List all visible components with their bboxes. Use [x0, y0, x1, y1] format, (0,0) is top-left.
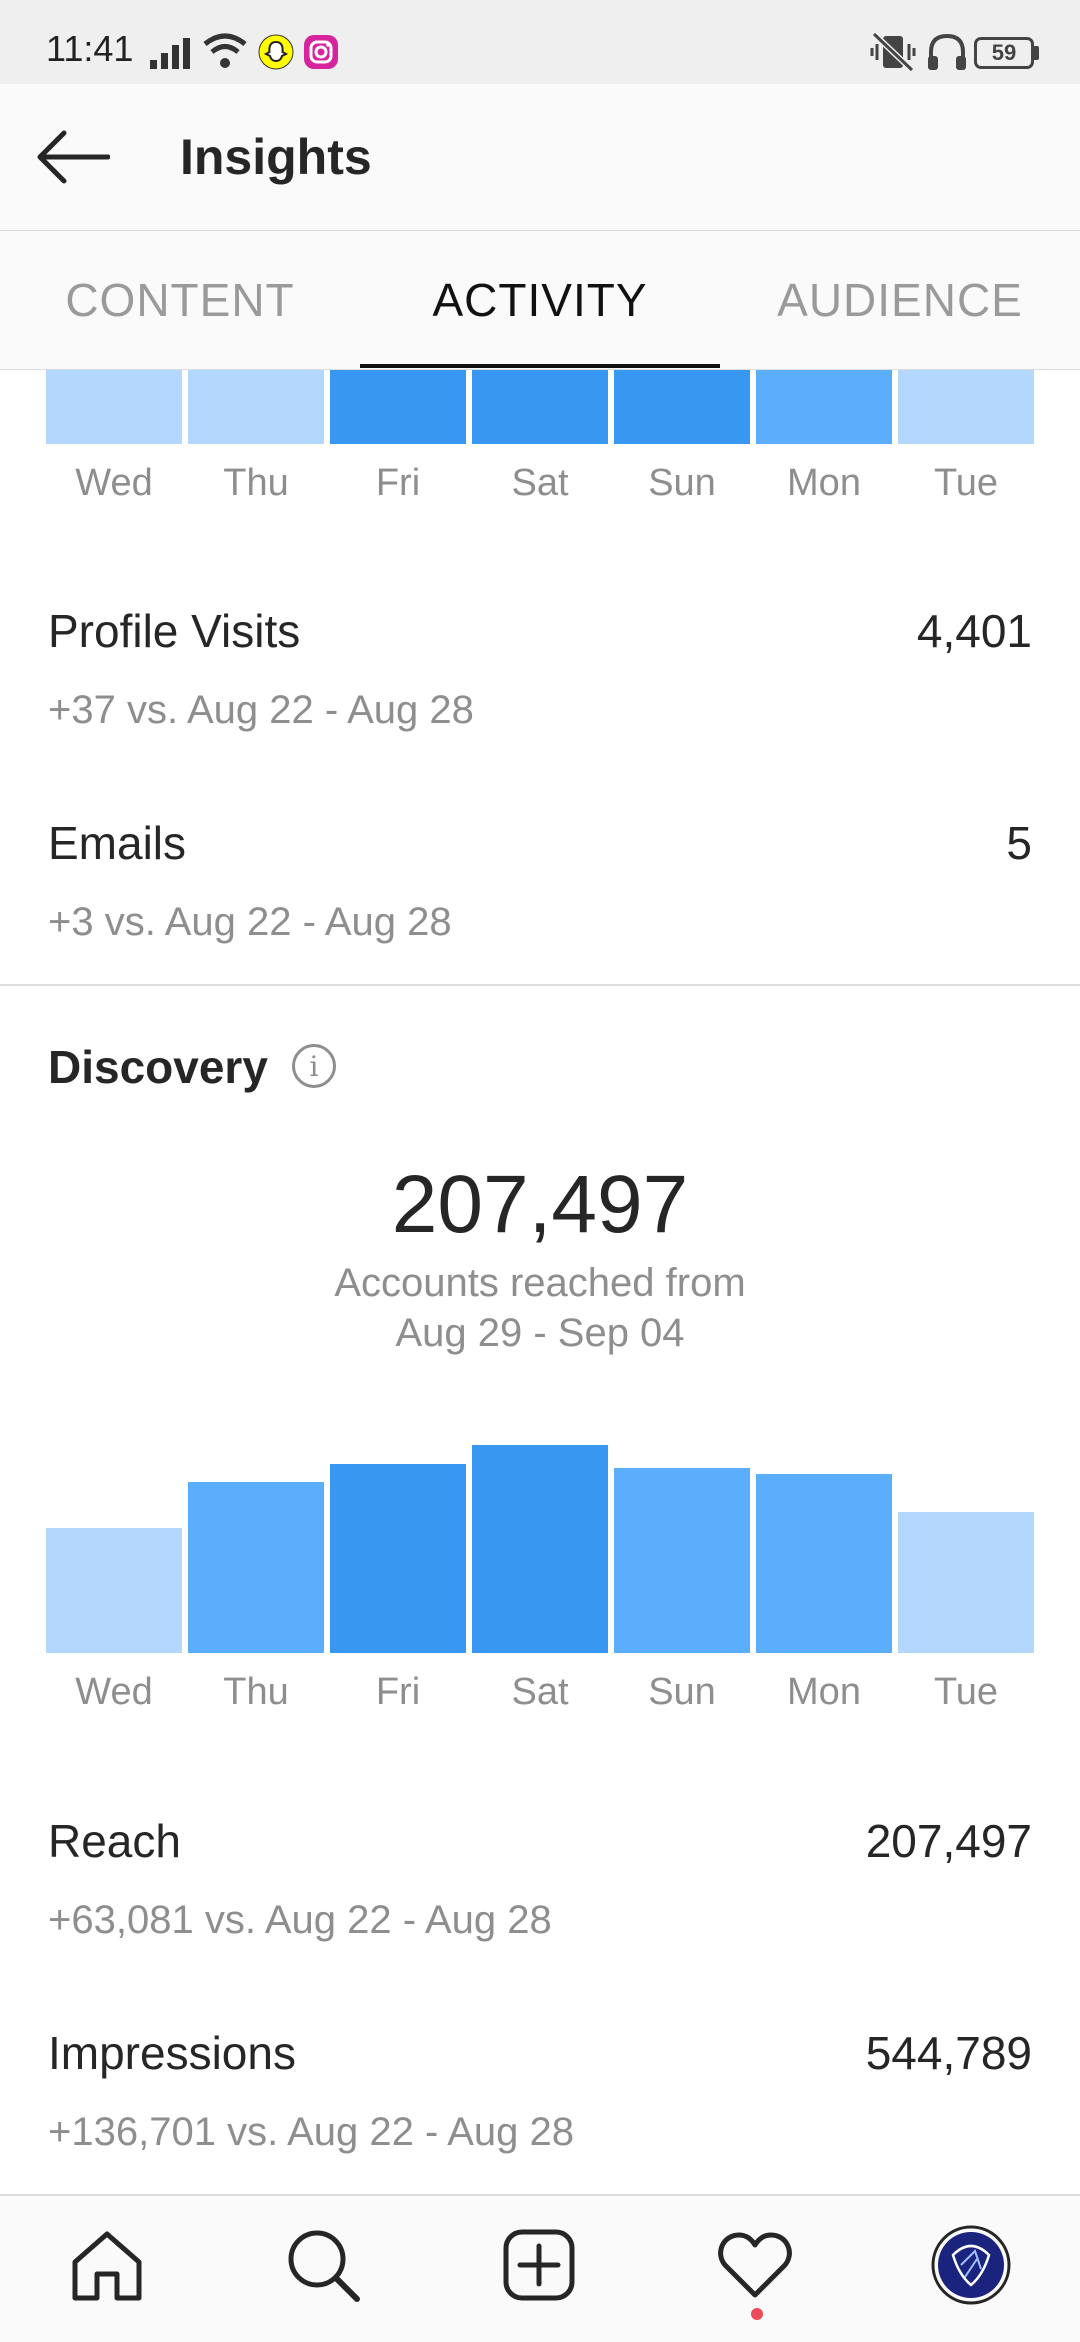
interactions-bar-fri — [330, 370, 466, 444]
info-icon[interactable]: i — [292, 1044, 336, 1088]
nav-search[interactable] — [268, 2210, 378, 2320]
impressions-value: 544,789 — [865, 2027, 1032, 2079]
reach-value: 207,497 — [865, 1815, 1032, 1867]
discovery-bar-tue — [898, 1512, 1034, 1653]
reach-change: +63,081 vs. Aug 22 - Aug 28 — [48, 1898, 552, 1942]
caption-line-1: Accounts reached from — [334, 1261, 746, 1305]
discovery-bar-thu — [188, 1482, 324, 1653]
interactions-day-label: Fri — [375, 462, 421, 504]
interactions-day-label: Wed — [75, 462, 153, 504]
interactions-day-label: Thu — [223, 462, 289, 504]
discovery-day-label: Sat — [511, 1671, 569, 1713]
profile-visits-value: 4,401 — [916, 605, 1032, 657]
emails-value: 5 — [1006, 817, 1032, 869]
interactions-bar-wed — [46, 370, 182, 444]
back-arrow-icon — [37, 130, 110, 184]
instagram-icon — [304, 35, 338, 69]
accounts-reached-number: 207,497 — [391, 1159, 689, 1250]
snapchat-icon — [258, 34, 294, 70]
interactions-bar-sun — [614, 370, 750, 444]
battery-tip — [1034, 46, 1039, 60]
profile-visits-label: Profile Visits — [48, 605, 301, 657]
tab-content[interactable]: CONTENT — [0, 231, 360, 369]
vibrate-off-icon — [870, 32, 916, 72]
notification-dot — [751, 2308, 763, 2320]
impressions-change: +136,701 vs. Aug 22 - Aug 28 — [48, 2110, 574, 2154]
discovery-bar-mon — [756, 1474, 892, 1653]
emails-change: +3 vs. Aug 22 - Aug 28 — [48, 900, 452, 944]
profile-avatar — [931, 2225, 1011, 2305]
discovery-title: Discovery — [48, 1041, 268, 1093]
discovery-day-label: Tue — [933, 1671, 999, 1713]
interactions-day-label: Sat — [511, 462, 569, 504]
discovery-day-label: Sun — [648, 1671, 716, 1713]
page-title: Insights — [180, 129, 372, 185]
wifi-icon — [203, 33, 247, 68]
discovery-bar-sun — [614, 1468, 750, 1653]
discovery-bar-sat — [472, 1445, 608, 1653]
profile-visits-change: +37 vs. Aug 22 - Aug 28 — [48, 688, 474, 732]
home-icon — [72, 2231, 142, 2301]
discovery-day-label: Mon — [787, 1671, 861, 1713]
app-bar — [0, 84, 1080, 231]
nav-add-post[interactable] — [484, 2210, 594, 2320]
interactions-bar-mon — [756, 370, 892, 444]
back-button[interactable] — [28, 112, 118, 202]
interactions-chart: Wed Thu Fri Sat Sun Mon Tue — [0, 370, 1080, 520]
heart-icon — [718, 2232, 792, 2298]
nav-profile[interactable] — [916, 2210, 1026, 2320]
interactions-bar-thu — [188, 370, 324, 444]
battery-icon: 59 — [974, 37, 1034, 69]
add-post-icon — [503, 2229, 575, 2301]
emails-label: Emails — [48, 817, 187, 869]
headphones-icon — [928, 33, 966, 70]
active-tab-indicator — [360, 364, 720, 368]
discovery-day-label: Fri — [375, 1671, 421, 1713]
search-icon — [288, 2230, 360, 2302]
discovery-bar-wed — [46, 1528, 182, 1653]
section-divider — [0, 984, 1080, 986]
nav-activity[interactable] — [700, 2210, 810, 2320]
discovery-bar-fri — [330, 1464, 466, 1653]
signal-icon — [150, 38, 190, 69]
tab-activity[interactable]: ACTIVITY — [360, 231, 720, 369]
caption-line-2: Aug 29 - Sep 04 — [395, 1311, 685, 1355]
interactions-bar-tue — [898, 370, 1034, 444]
battery-level: 59 — [991, 40, 1017, 65]
interactions-day-label: Sun — [648, 462, 716, 504]
nav-home[interactable] — [52, 2210, 162, 2320]
interactions-day-label: Mon — [787, 462, 861, 504]
discovery-chart: Wed Thu Fri Sat Sun Mon Tue — [0, 1420, 1080, 1720]
impressions-label: Impressions — [48, 2027, 296, 2079]
tab-audience[interactable]: AUDIENCE — [720, 231, 1080, 369]
reach-label: Reach — [48, 1815, 181, 1867]
interactions-bar-sat — [472, 370, 608, 444]
accounts-reached-caption: Accounts reached from Aug 29 - Sep 04 — [0, 1258, 1080, 1358]
discovery-day-label: Thu — [223, 1671, 289, 1713]
tab-bar: CONTENT ACTIVITY AUDIENCE — [0, 231, 1080, 370]
discovery-day-label: Wed — [75, 1671, 153, 1713]
interactions-day-label: Tue — [933, 462, 999, 504]
status-time: 11:41 — [46, 28, 134, 69]
